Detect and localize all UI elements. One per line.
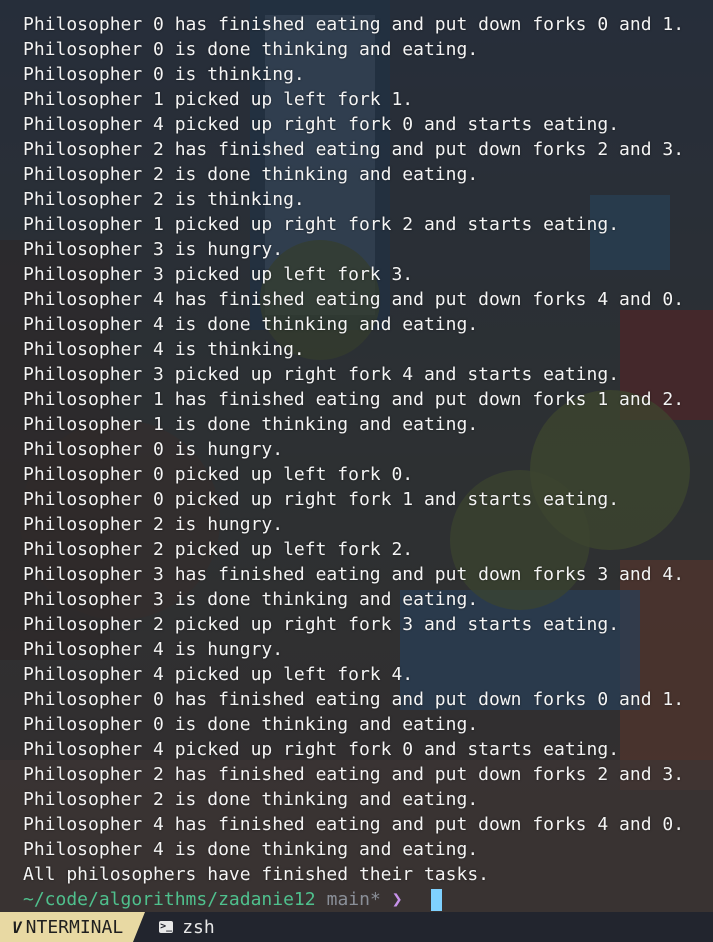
terminal-line: Philosopher 4 is done thinking and eatin… bbox=[23, 314, 479, 335]
mode-label: NTERMINAL bbox=[25, 916, 124, 938]
terminal-line: Philosopher 4 picked up right fork 0 and… bbox=[23, 114, 620, 135]
terminal-line: Philosopher 2 is thinking. bbox=[23, 189, 305, 210]
terminal-line: Philosopher 4 picked up left fork 4. bbox=[23, 664, 414, 685]
terminal-line: Philosopher 3 has finished eating and pu… bbox=[23, 564, 685, 585]
status-bar: V NTERMINAL >_ zsh bbox=[0, 912, 713, 942]
terminal-line: All philosophers have finished their tas… bbox=[23, 864, 489, 885]
tab-zsh[interactable]: >_ zsh bbox=[159, 912, 215, 942]
terminal-line: Philosopher 0 has finished eating and pu… bbox=[23, 14, 685, 35]
terminal-line: Philosopher 4 has finished eating and pu… bbox=[23, 289, 685, 310]
terminal-line: Philosopher 2 has finished eating and pu… bbox=[23, 764, 685, 785]
terminal-line: Philosopher 0 is done thinking and eatin… bbox=[23, 714, 479, 735]
terminal-line: Philosopher 4 is thinking. bbox=[23, 339, 305, 360]
prompt-symbol: ❯ bbox=[391, 889, 403, 910]
terminal-line: Philosopher 2 is done thinking and eatin… bbox=[23, 789, 479, 810]
terminal-line: Philosopher 4 is hungry. bbox=[23, 639, 284, 660]
terminal-line: Philosopher 1 picked up right fork 2 and… bbox=[23, 214, 620, 235]
shell-prompt[interactable]: ~/code/algorithms/zadanie12 main* ❯ bbox=[23, 887, 703, 912]
terminal-line: Philosopher 4 has finished eating and pu… bbox=[23, 814, 685, 835]
terminal-line: Philosopher 4 is done thinking and eatin… bbox=[23, 839, 479, 860]
terminal-line: Philosopher 2 has finished eating and pu… bbox=[23, 139, 685, 160]
terminal-line: Philosopher 3 is hungry. bbox=[23, 239, 284, 260]
terminal-line: Philosopher 1 has finished eating and pu… bbox=[23, 389, 685, 410]
tab-label: zsh bbox=[182, 916, 215, 938]
terminal-line: Philosopher 0 is hungry. bbox=[23, 439, 284, 460]
terminal-line: Philosopher 2 is done thinking and eatin… bbox=[23, 164, 479, 185]
prompt-path: ~/code/algorithms/zadanie12 bbox=[23, 889, 316, 910]
terminal-output[interactable]: Philosopher 0 has finished eating and pu… bbox=[23, 12, 703, 912]
mode-indicator: V NTERMINAL bbox=[0, 912, 146, 942]
terminal-line: Philosopher 0 is done thinking and eatin… bbox=[23, 39, 479, 60]
terminal-line: Philosopher 2 is hungry. bbox=[23, 514, 284, 535]
git-branch: main* bbox=[326, 889, 381, 910]
terminal-line: Philosopher 0 is thinking. bbox=[23, 64, 305, 85]
terminal-line: Philosopher 2 picked up right fork 3 and… bbox=[23, 614, 620, 635]
terminal-line: Philosopher 3 is done thinking and eatin… bbox=[23, 589, 479, 610]
terminal-line: Philosopher 0 picked up left fork 0. bbox=[23, 464, 414, 485]
terminal-line: Philosopher 3 picked up left fork 3. bbox=[23, 264, 414, 285]
terminal-line: Philosopher 1 picked up left fork 1. bbox=[23, 89, 414, 110]
neovim-icon: V bbox=[12, 917, 22, 937]
terminal-line: Philosopher 3 picked up right fork 4 and… bbox=[23, 364, 620, 385]
terminal-line: Philosopher 2 picked up left fork 2. bbox=[23, 539, 414, 560]
terminal-line: Philosopher 4 picked up right fork 0 and… bbox=[23, 739, 620, 760]
terminal-line: Philosopher 0 picked up right fork 1 and… bbox=[23, 489, 620, 510]
terminal-line: Philosopher 0 has finished eating and pu… bbox=[23, 689, 685, 710]
text-cursor bbox=[430, 888, 442, 911]
terminal-icon: >_ bbox=[159, 921, 174, 933]
terminal-line: Philosopher 1 is done thinking and eatin… bbox=[23, 414, 479, 435]
